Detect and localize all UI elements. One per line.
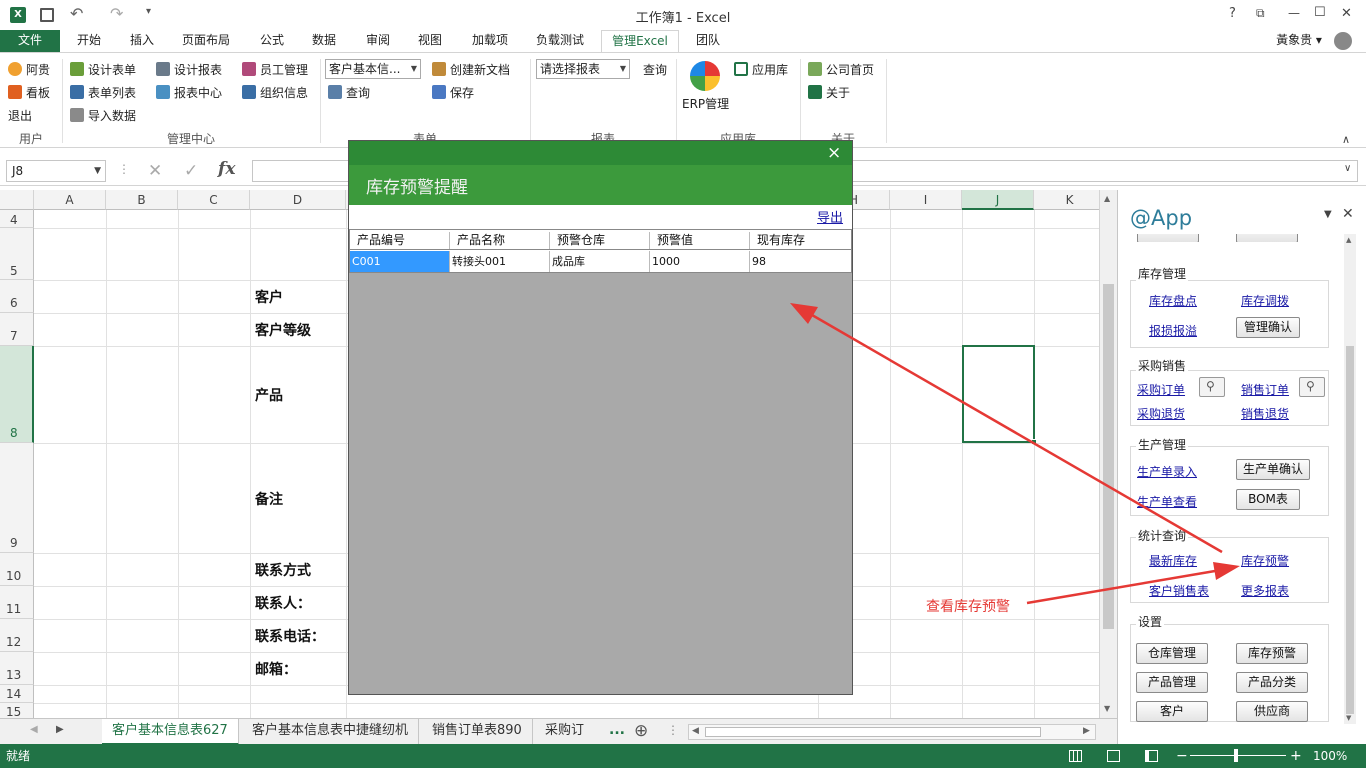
annotation-label: 查看库存预警 <box>926 599 1010 615</box>
arrow-to-link <box>1026 569 1216 605</box>
arrow-to-dialog <box>811 313 1223 554</box>
arrowhead-link-icon <box>1213 562 1240 580</box>
arrowhead-dialog-icon <box>790 303 818 324</box>
annotation-arrows <box>790 303 1240 605</box>
